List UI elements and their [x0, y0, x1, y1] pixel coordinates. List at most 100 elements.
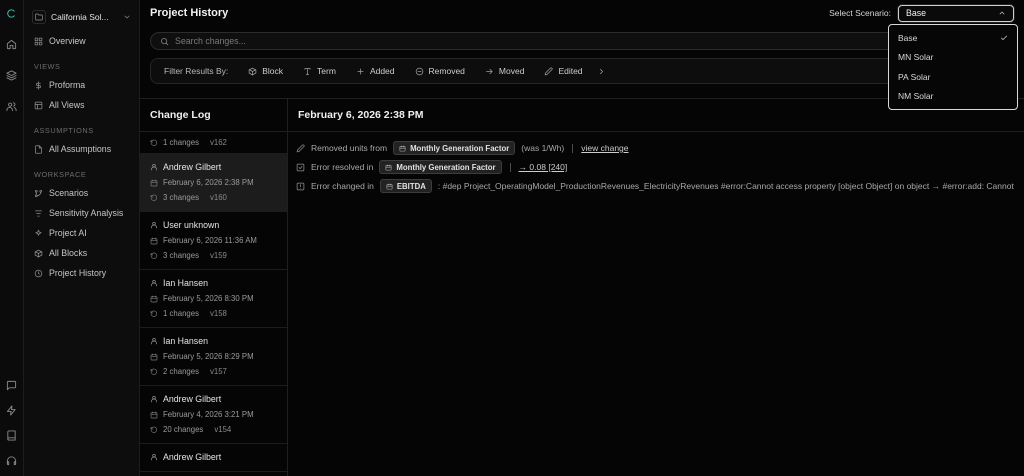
scenario-option-pa-solar[interactable]: PA Solar	[889, 67, 1017, 87]
scenario-option-base[interactable]: Base	[889, 28, 1017, 48]
sidebar-item-project-ai[interactable]: Project AI	[24, 223, 139, 243]
user-icon	[151, 280, 157, 287]
entry-changes: 3 changes	[163, 193, 199, 202]
change-detail-rows: Removed units from Monthly Generation Fa…	[288, 132, 1024, 194]
sidebar-item-all-assumptions[interactable]: All Assumptions	[24, 139, 139, 159]
docs-icon[interactable]	[6, 430, 17, 441]
sidebar-item-label: Project AI	[49, 228, 87, 238]
calendar-icon	[150, 179, 158, 186]
scenario-select[interactable]: Base	[898, 4, 1014, 22]
view-change-link[interactable]: view change	[581, 143, 628, 153]
filter-button-label: Removed	[428, 66, 465, 76]
arrow-right-icon	[486, 68, 493, 74]
layers-icon[interactable]	[6, 70, 17, 81]
chevron-right-icon[interactable]	[597, 67, 606, 76]
scenario-value: Base	[906, 8, 927, 18]
entry-changes: 1 changes	[163, 309, 199, 318]
changes-icon	[150, 310, 158, 317]
chip-label: Monthly Generation Factor	[396, 162, 496, 172]
users-icon[interactable]	[6, 101, 17, 112]
entry-date: February 6, 2026 2:38 PM	[163, 178, 254, 187]
block-chip[interactable]: Monthly Generation Factor	[393, 141, 516, 155]
scenario-label: Select Scenario:	[829, 8, 891, 18]
changelog-entry-partial-top[interactable]: 1 changes v162	[140, 132, 287, 154]
changelog-entry[interactable]: Ian Hansen February 5, 2026 8:30 PM 1 ch…	[140, 270, 287, 328]
minus-circle-icon	[415, 67, 423, 75]
pencil-icon	[545, 66, 553, 75]
option-label: NM Solar	[898, 91, 934, 102]
sidebar-item-scenarios[interactable]: Scenarios	[24, 183, 139, 203]
main-header: Project History Select Scenario: Base	[140, 0, 1024, 26]
sidebar-item-label: Proforma	[49, 80, 86, 90]
sidebar-item-all-blocks[interactable]: All Blocks	[24, 243, 139, 263]
page-title: Project History	[150, 7, 229, 19]
sidebar-item-proforma[interactable]: Proforma	[24, 75, 139, 95]
entry-author: Ian Hansen	[163, 336, 208, 346]
filter-edited-button[interactable]: Edited	[544, 66, 583, 76]
filter-moved-button[interactable]: Moved	[485, 66, 524, 76]
entry-author: User unknown	[163, 220, 220, 230]
entry-date: February 6, 2026 11:36 AM	[163, 236, 257, 245]
filter-removed-button[interactable]: Removed	[415, 66, 465, 76]
plus-icon	[357, 68, 364, 74]
filter-block-button[interactable]: Block	[248, 66, 283, 76]
entry-version: v159	[209, 251, 227, 260]
changelog-entry[interactable]: Ian Hansen February 5, 2026 8:29 PM 2 ch…	[140, 328, 287, 386]
sidebar-item-overview[interactable]: Overview	[24, 31, 139, 51]
app-logo-icon[interactable]	[6, 8, 17, 19]
scenario-option-nm-solar[interactable]: NM Solar	[889, 87, 1017, 107]
search-input[interactable]	[175, 36, 1004, 46]
entry-version: v160	[209, 193, 227, 202]
changes-icon	[150, 139, 158, 146]
sidebar-item-all-views[interactable]: All Views	[24, 95, 139, 115]
filter-button-label: Term	[317, 66, 336, 76]
home-icon[interactable]	[6, 39, 17, 50]
changelog-entry[interactable]: Andrew Gilbert February 6, 2026 2:38 PM …	[140, 154, 287, 212]
sidebar-item-label: Project History	[49, 268, 107, 278]
changelog-entry-partial-bottom[interactable]: Andrew Gilbert	[140, 444, 287, 472]
support-icon[interactable]	[6, 455, 17, 466]
file-icon	[35, 144, 42, 154]
block-chip[interactable]: Monthly Generation Factor	[379, 160, 502, 174]
clock-icon	[34, 269, 43, 277]
project-selector[interactable]: California Sol...	[24, 5, 139, 31]
calendar-icon	[150, 295, 158, 302]
feedback-icon[interactable]	[6, 380, 17, 391]
sidebar-item-project-history[interactable]: Project History	[24, 263, 139, 283]
entry-date: February 5, 2026 8:30 PM	[163, 294, 254, 303]
sidebar-item-label: Sensitivity Analysis	[49, 208, 124, 218]
block-chip[interactable]: EBITDA	[379, 179, 432, 193]
entry-changes: 3 changes	[163, 251, 199, 260]
change-log-list: 1 changes v162 Andrew Gilbert February 6…	[140, 132, 287, 476]
value-change-link[interactable]: → 0.08 [240]	[519, 162, 568, 172]
chevron-down-icon	[123, 13, 131, 21]
change-action: Removed units from	[311, 143, 388, 153]
changelog-entry[interactable]: User unknown February 6, 2026 11:36 AM 3…	[140, 212, 287, 270]
zap-icon[interactable]	[6, 405, 17, 416]
user-icon	[151, 164, 157, 171]
filter-button-label: Block	[262, 66, 284, 76]
filter-added-button[interactable]: Added	[356, 66, 395, 76]
changelog-entry[interactable]: Andrew Gilbert February 4, 2026 3:21 PM …	[140, 386, 287, 444]
change-row: Error changed in EBITDA : #dep Project_O…	[296, 178, 1016, 194]
sidebar-item-sensitivity-analysis[interactable]: Sensitivity Analysis	[24, 203, 139, 223]
calendar-icon	[386, 183, 393, 189]
sidebar: California Sol... Overview VIEWS Proform…	[24, 0, 140, 476]
check-icon	[1000, 34, 1008, 42]
change-note: (was 1/Wh)	[521, 143, 565, 153]
filter-term-button[interactable]: Term	[303, 66, 336, 76]
type-icon	[304, 67, 311, 75]
entry-author: Andrew Gilbert	[163, 452, 222, 462]
change-detail-pane: February 6, 2026 2:38 PM Removed units f…	[288, 99, 1024, 476]
changes-icon	[150, 426, 158, 433]
search-box[interactable]	[150, 32, 1014, 50]
icon-rail	[0, 0, 24, 476]
option-label: PA Solar	[898, 71, 931, 82]
sidebar-item-label: All Assumptions	[49, 144, 112, 154]
option-label: MN Solar	[898, 52, 934, 63]
change-log-title: Change Log	[140, 99, 287, 132]
scenario-option-mn-solar[interactable]: MN Solar	[889, 48, 1017, 68]
entry-author: Andrew Gilbert	[163, 162, 222, 172]
main-panel: Project History Select Scenario: Base Fi…	[140, 0, 1024, 476]
cube-icon	[249, 67, 257, 76]
